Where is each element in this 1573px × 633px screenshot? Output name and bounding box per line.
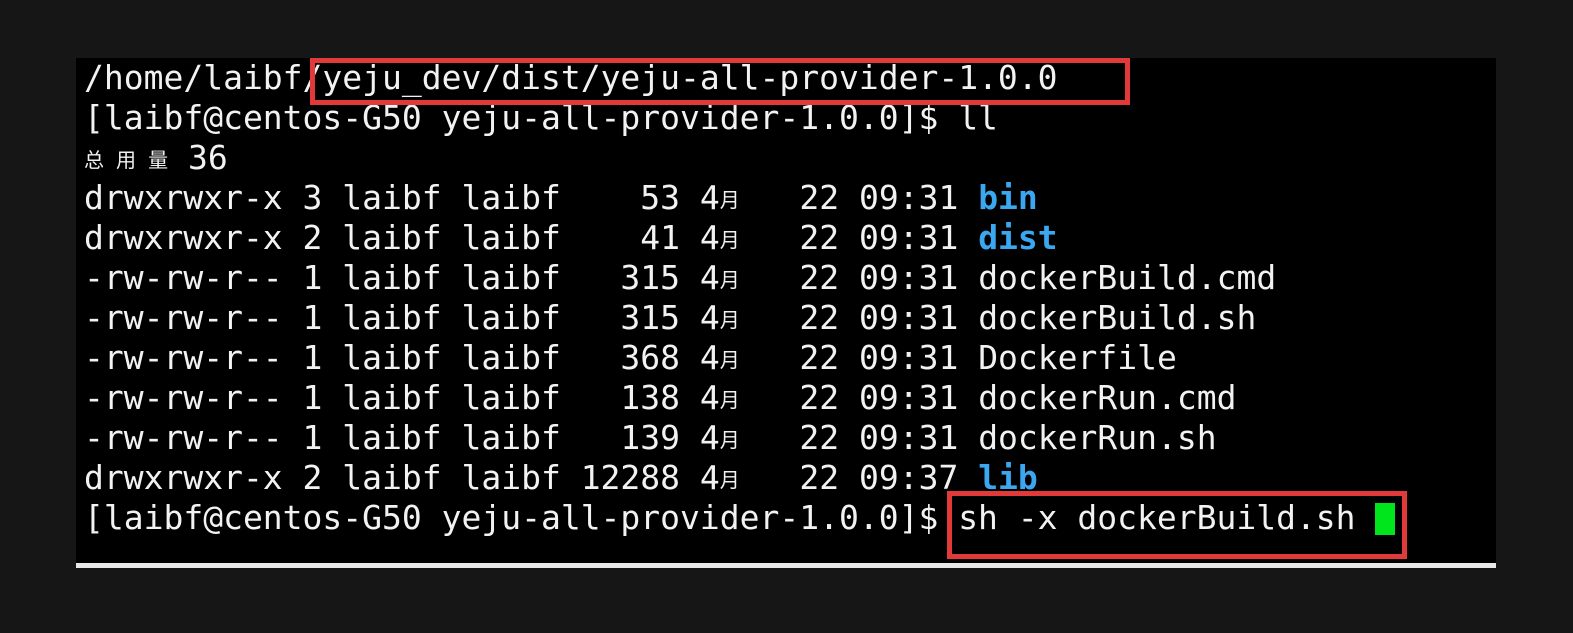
- listing-datetime: 22 09:31: [739, 338, 979, 377]
- listing-row: drwxrwxr-x 2 laibf laibf 41 4月 22 09:31 …: [84, 218, 1395, 258]
- listing-row: -rw-rw-r-- 1 laibf laibf 139 4月 22 09:31…: [84, 418, 1395, 458]
- command-ll: ll: [958, 98, 998, 137]
- prompt: [laibf@centos-G50 yeju-all-provider-1.0.…: [84, 98, 959, 137]
- listing-datetime: 22 09:31: [739, 378, 979, 417]
- listing-meta: -rw-rw-r-- 1 laibf laibf 139 4: [84, 418, 720, 457]
- total-value: 36: [168, 138, 228, 177]
- terminal-output: /home/laibf/yeju_dev/dist/yeju-all-provi…: [84, 58, 1396, 538]
- month-label: 月: [719, 268, 740, 292]
- listing-meta: drwxrwxr-x 2 laibf laibf 41 4: [84, 218, 720, 257]
- month-label: 月: [719, 388, 740, 412]
- listing-meta: drwxrwxr-x 3 laibf laibf 53 4: [84, 178, 720, 217]
- listing-row: drwxrwxr-x 2 laibf laibf 12288 4月 22 09:…: [84, 458, 1395, 498]
- listing-row: -rw-rw-r-- 1 laibf laibf 315 4月 22 09:31…: [84, 298, 1395, 338]
- listing-row: -rw-rw-r-- 1 laibf laibf 315 4月 22 09:31…: [84, 258, 1395, 298]
- listing-meta: drwxrwxr-x 2 laibf laibf 12288 4: [84, 458, 720, 497]
- path-highlighted: yeju_dev/dist/yeju-all-provider-1.0.0: [322, 58, 1058, 97]
- listing-row: -rw-rw-r-- 1 laibf laibf 368 4月 22 09:31…: [84, 338, 1395, 378]
- listing-datetime: 22 09:31: [739, 258, 979, 297]
- current-command[interactable]: sh -x dockerBuild.sh: [958, 498, 1375, 537]
- listing-datetime: 22 09:31: [739, 178, 979, 217]
- month-label: 月: [719, 428, 740, 452]
- prompt-line-ll: [laibf@centos-G50 yeju-all-provider-1.0.…: [84, 98, 1395, 138]
- month-label: 月: [719, 188, 740, 212]
- listing-datetime: 22 09:31: [739, 298, 979, 337]
- terminal-window[interactable]: /home/laibf/yeju_dev/dist/yeju-all-provi…: [76, 58, 1496, 568]
- listing-meta: -rw-rw-r-- 1 laibf laibf 368 4: [84, 338, 720, 377]
- file-name: dockerBuild.sh: [978, 298, 1257, 337]
- prompt-line-current[interactable]: [laibf@centos-G50 yeju-all-provider-1.0.…: [84, 498, 1396, 538]
- listing-meta: -rw-rw-r-- 1 laibf laibf 315 4: [84, 258, 720, 297]
- file-name: dockerBuild.cmd: [978, 258, 1277, 297]
- file-name: dockerRun.cmd: [978, 378, 1237, 417]
- prompt: [laibf@centos-G50 yeju-all-provider-1.0.…: [84, 498, 959, 537]
- total-label: 总 用 量: [84, 148, 169, 172]
- file-name: Dockerfile: [978, 338, 1177, 377]
- directory-name: lib: [978, 458, 1038, 497]
- listing-datetime: 22 09:31: [739, 418, 979, 457]
- month-label: 月: [719, 228, 740, 252]
- file-name: dockerRun.sh: [978, 418, 1217, 457]
- terminal-cursor: [1375, 503, 1396, 535]
- month-label: 月: [719, 308, 740, 332]
- listing-row: drwxrwxr-x 3 laibf laibf 53 4月 22 09:31 …: [84, 178, 1395, 218]
- path-prefix: /home/laibf/: [84, 58, 323, 97]
- listing-datetime: 22 09:37: [739, 458, 979, 497]
- listing-meta: -rw-rw-r-- 1 laibf laibf 315 4: [84, 298, 720, 337]
- listing-row: -rw-rw-r-- 1 laibf laibf 138 4月 22 09:31…: [84, 378, 1395, 418]
- directory-name: bin: [978, 178, 1038, 217]
- month-label: 月: [719, 348, 740, 372]
- path-line: /home/laibf/yeju_dev/dist/yeju-all-provi…: [84, 58, 1395, 98]
- listing-meta: -rw-rw-r-- 1 laibf laibf 138 4: [84, 378, 720, 417]
- month-label: 月: [719, 468, 740, 492]
- directory-name: dist: [978, 218, 1058, 257]
- listing-datetime: 22 09:31: [739, 218, 979, 257]
- total-line: 总 用 量 36: [84, 138, 1395, 178]
